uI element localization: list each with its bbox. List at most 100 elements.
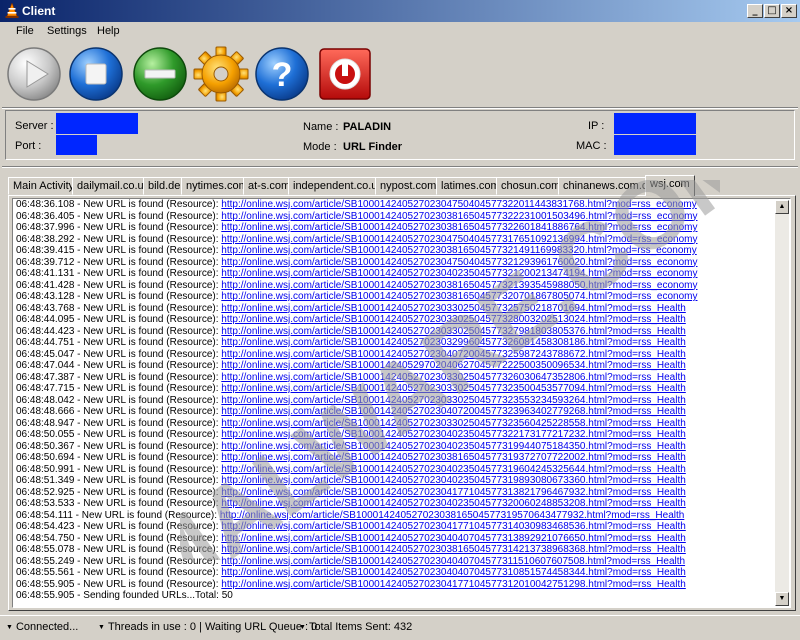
tab-wsj[interactable]: wsj.com (645, 175, 695, 196)
status-threads-text: Threads in use : 0 | Waiting URL Queue :… (107, 621, 318, 633)
log-url-link[interactable]: http://online.wsj.com/article/SB10001424… (221, 441, 686, 452)
log-url-link[interactable]: http://online.wsj.com/article/SB10001424… (221, 464, 686, 475)
help-button[interactable]: ? (253, 45, 311, 103)
power-icon (319, 48, 371, 100)
tab-chinanews[interactable]: chinanews.com.cn (558, 177, 659, 195)
log-time: 06:48:54.750 (16, 532, 75, 544)
log-message: - New URL is found (Resource): (74, 578, 222, 590)
log-url-link[interactable]: http://online.wsj.com/article/SB10001424… (221, 211, 697, 222)
log-line: 06:48:55.078 - New URL is found (Resourc… (16, 544, 776, 556)
log-url-link[interactable]: http://online.wsj.com/article/SB10001424… (221, 326, 686, 337)
log-line: 06:48:36.108 - New URL is found (Resourc… (16, 199, 776, 211)
log-line: 06:48:50.367 - New URL is found (Resourc… (16, 441, 776, 453)
log-url-link[interactable]: http://online.wsj.com/article/SB10001424… (221, 544, 686, 555)
name-value: PALADIN (343, 121, 392, 133)
minimize-button[interactable]: _ (747, 4, 763, 18)
log-url-link[interactable]: http://online.wsj.com/article/SB10001424… (221, 406, 686, 417)
tab-latimes[interactable]: latimes.com (436, 177, 505, 195)
menu-bar: File Settings Help (0, 22, 800, 41)
status-dropdown-icon[interactable]: ▼ (6, 624, 13, 631)
log-time: 06:48:47.387 (16, 371, 75, 383)
log-url-link[interactable]: http://online.wsj.com/article/SB10001424… (221, 567, 686, 578)
log-message: - New URL is found (Resource): (74, 210, 222, 222)
close-button[interactable]: × (781, 4, 797, 18)
log-lines: 06:48:36.108 - New URL is found (Resourc… (16, 199, 776, 602)
tab-independent[interactable]: independent.co.uk (288, 177, 388, 195)
log-time: 06:48:37.996 (16, 222, 75, 233)
log-url-link[interactable]: http://online.wsj.com/article/SB10001424… (220, 510, 685, 521)
maximize-button[interactable]: □ (764, 4, 780, 18)
scroll-down-icon[interactable]: ▼ (775, 592, 789, 606)
log-url-link[interactable]: http://online.wsj.com/article/SB10001424… (221, 268, 697, 279)
log-line: 06:48:44.423 - New URL is found (Resourc… (16, 326, 776, 338)
log-url-link[interactable]: http://online.wsj.com/article/SB10001424… (221, 257, 697, 268)
log-message: - New URL is found (Resource): (74, 199, 222, 210)
tab-dailymail[interactable]: dailymail.co.uk (72, 177, 155, 195)
log-output[interactable]: 06:48:36.108 - New URL is found (Resourc… (12, 198, 791, 608)
exit-button[interactable] (316, 45, 374, 103)
menu-file[interactable]: File (16, 25, 34, 37)
log-url-link[interactable]: http://online.wsj.com/article/SB10001424… (221, 199, 696, 210)
log-line: 06:48:39.415 - New URL is found (Resourc… (16, 245, 776, 257)
log-line: 06:48:55.905 - Sending founded URLs...To… (16, 590, 776, 602)
toolbar-separator (2, 107, 798, 109)
log-url-link[interactable]: http://online.wsj.com/article/SB10001424… (221, 533, 686, 544)
log-url-link[interactable]: http://online.wsj.com/article/SB10001424… (221, 395, 686, 406)
status-dropdown-icon[interactable]: ▼ (98, 624, 105, 631)
status-dropdown-icon[interactable]: ▼ (299, 624, 306, 631)
log-line: 06:48:45.047 - New URL is found (Resourc… (16, 349, 776, 361)
scroll-up-icon[interactable]: ▲ (775, 200, 789, 214)
vertical-scrollbar[interactable]: ▲ ▼ (775, 200, 789, 606)
tab-nytimes[interactable]: nytimes.com (181, 177, 253, 195)
log-time: 06:48:43.128 (16, 291, 75, 302)
minimize-tool-button[interactable] (131, 45, 189, 103)
log-time: 06:48:44.751 (16, 337, 75, 348)
log-url-link[interactable]: http://online.wsj.com/article/SB10001424… (221, 372, 686, 383)
log-url-link[interactable]: http://online.wsj.com/article/SB10001424… (221, 487, 686, 498)
log-time: 06:48:51.349 (16, 475, 75, 486)
log-time: 06:48:39.712 (16, 256, 75, 268)
log-message: - New URL is found (Resource): (74, 291, 222, 302)
tab-nypost[interactable]: nypost.com (375, 177, 442, 195)
log-url-link[interactable]: http://online.wsj.com/article/SB10001424… (221, 579, 686, 590)
log-line: 06:48:55.905 - New URL is found (Resourc… (16, 579, 776, 591)
log-url-link[interactable]: http://online.wsj.com/article/SB10001424… (221, 314, 686, 325)
log-url-link[interactable]: http://online.wsj.com/article/SB10001424… (221, 498, 686, 509)
log-url-link[interactable]: http://online.wsj.com/article/SB10001424… (221, 280, 697, 291)
log-message: - New URL is found (Resource): (74, 222, 222, 233)
log-line: 06:48:52.925 - New URL is found (Resourc… (16, 487, 776, 499)
log-url-link[interactable]: http://online.wsj.com/article/SB10001424… (221, 337, 686, 348)
log-message: - New URL is found (Resource): (74, 337, 222, 348)
tab-main-activity[interactable]: Main Activity (8, 177, 80, 195)
log-url-link[interactable]: http://online.wsj.com/article/SB10001424… (221, 429, 686, 440)
settings-button[interactable] (192, 45, 250, 103)
log-url-link[interactable]: http://online.wsj.com/article/SB10001424… (221, 303, 686, 314)
log-url-link[interactable]: http://online.wsj.com/article/SB10001424… (221, 245, 696, 256)
log-url-link[interactable]: http://online.wsj.com/article/SB10001424… (221, 418, 686, 429)
menu-settings[interactable]: Settings (47, 25, 87, 37)
menu-help[interactable]: Help (97, 25, 120, 37)
log-time: 06:48:36.108 (16, 199, 75, 210)
log-message: - New URL is found (Resource): (74, 256, 222, 268)
log-url-link[interactable]: http://online.wsj.com/article/SB10001424… (221, 475, 686, 486)
status-threads: ▼ Threads in use : 0 | Waiting URL Queue … (98, 621, 317, 633)
log-line: 06:48:41.428 - New URL is found (Resourc… (16, 280, 776, 292)
log-url-link[interactable]: http://online.wsj.com/article/SB10001424… (221, 349, 686, 360)
ip-label: IP : (588, 120, 605, 132)
log-url-link[interactable]: http://online.wsj.com/article/SB10001424… (221, 556, 685, 567)
log-time: 06:48:48.666 (16, 406, 75, 417)
log-url-link[interactable]: http://online.wsj.com/article/SB10001424… (221, 360, 686, 371)
log-url-link[interactable]: http://online.wsj.com/article/SB10001424… (221, 234, 697, 245)
log-url-link[interactable]: http://online.wsj.com/article/SB10001424… (221, 291, 697, 302)
start-button[interactable] (5, 45, 63, 103)
log-url-link[interactable]: http://online.wsj.com/article/SB10001424… (221, 383, 686, 394)
log-url-link[interactable]: http://online.wsj.com/article/SB10001424… (221, 521, 686, 532)
tab-chosun[interactable]: chosun.com (496, 177, 566, 195)
log-url-link[interactable]: http://online.wsj.com/article/SB10001424… (221, 452, 686, 463)
stop-button[interactable] (67, 45, 125, 103)
log-url-link[interactable]: http://online.wsj.com/article/SB10001424… (221, 222, 697, 233)
log-time: 06:48:55.561 (16, 567, 75, 578)
tab-bild[interactable]: bild.de (143, 177, 186, 195)
log-line: 06:48:48.042 - New URL is found (Resourc… (16, 395, 776, 407)
title-bar[interactable]: Client _ □ × (0, 0, 800, 22)
